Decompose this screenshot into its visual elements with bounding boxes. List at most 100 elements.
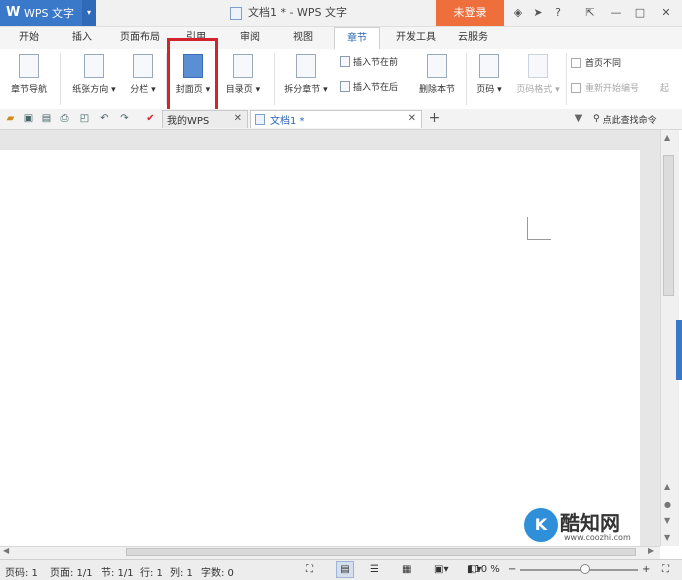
save-icon[interactable]: ▣: [22, 112, 35, 125]
customize-icon[interactable]: ✔: [144, 112, 157, 125]
app-name: WPS 文字: [24, 7, 74, 20]
title-bar: W WPS 文字 ▾ 文档1 * - WPS 文字 未登录 ◈ ➤ ? ⇱ — …: [0, 0, 682, 27]
help-icon[interactable]: ?: [550, 5, 566, 21]
split-section-button[interactable]: 拆分章节 ▾: [278, 51, 334, 95]
minimize-icon[interactable]: —: [608, 5, 624, 21]
coozhi-url: www.coozhi.com: [564, 533, 631, 542]
insert-before-label: 插入节在前: [353, 58, 399, 68]
search-icon: ⚲: [593, 114, 600, 124]
columns-label: 分栏: [130, 85, 149, 95]
zoom-slider[interactable]: [520, 569, 638, 571]
margin-corner-mark: [527, 217, 551, 240]
menu-bar: 开始 插入 页面布局 引用 审阅 视图 章节 开发工具 云服务: [0, 27, 682, 50]
tab-review[interactable]: 审阅: [230, 27, 270, 49]
highlight-box: [167, 38, 218, 115]
section-nav-label: 章节导航: [10, 85, 47, 95]
my-wps-tab-label: 我的WPS: [167, 116, 210, 127]
chevron-down-icon[interactable]: ▾: [82, 0, 96, 26]
split-section-icon: [296, 54, 316, 78]
status-bar: 页码: 1 页面: 1/1 节: 1/1 行: 1 列: 1 字数: 0 ⛶ ▤…: [0, 559, 682, 580]
document-icon: [255, 114, 265, 125]
print-icon[interactable]: ⎙: [58, 112, 71, 125]
delete-section-button[interactable]: 删除本节: [414, 51, 460, 95]
document-canvas: [0, 130, 660, 546]
web-view-icon[interactable]: ▦: [402, 564, 411, 575]
zoom-in-icon[interactable]: +: [642, 564, 650, 575]
vertical-scroll-thumb[interactable]: [663, 155, 674, 296]
status-section: 节: 1/1: [101, 568, 134, 579]
restart-numbering-label: 重新开始编号: [585, 84, 640, 94]
first-page-different-checkbox[interactable]: 首页不同: [571, 56, 621, 69]
export-pdf-icon[interactable]: ▤: [40, 112, 53, 125]
section-nav-icon: [19, 54, 39, 78]
divider: [566, 53, 567, 105]
page-format-label: 页码格式: [516, 85, 553, 95]
command-search[interactable]: ⚲ 点此查找命令: [593, 110, 657, 128]
insert-before-icon: [340, 56, 350, 67]
coozhi-watermark: K 酷知网 www.coozhi.com: [516, 500, 666, 550]
page-number-button[interactable]: 页码 ▾: [471, 51, 507, 95]
print-preview-icon[interactable]: ◰: [78, 112, 91, 125]
divider: [60, 53, 61, 105]
outline-view-icon[interactable]: ☰: [370, 564, 379, 575]
close-icon[interactable]: ✕: [408, 113, 416, 124]
layout-icon[interactable]: ▼: [572, 112, 585, 125]
open-icon[interactable]: ▰: [4, 112, 17, 125]
insert-before-button[interactable]: 插入节在前: [340, 55, 398, 68]
login-button[interactable]: 未登录: [436, 0, 504, 26]
insert-after-button[interactable]: 插入节在后: [340, 80, 398, 93]
tab-cloud[interactable]: 云服务: [450, 27, 496, 49]
orientation-label: 纸张方向: [72, 85, 109, 95]
tab-sections[interactable]: 章节: [334, 27, 380, 50]
skin-icon[interactable]: ◈: [510, 5, 526, 21]
split-section-label: 拆分章节: [284, 85, 321, 95]
toc-page-button[interactable]: 目录页 ▾: [220, 51, 266, 95]
restart-numbering-checkbox[interactable]: 重新开始编号: [571, 81, 639, 94]
app-menu-button[interactable]: W WPS 文字 ▾: [0, 0, 96, 26]
close-icon[interactable]: ✕: [658, 5, 674, 21]
document1-tab-label: 文档1 *: [270, 116, 305, 127]
columns-button[interactable]: 分栏 ▾: [125, 51, 161, 95]
insert-after-icon: [340, 81, 350, 92]
doc-tab-document1[interactable]: 文档1 * ✕: [250, 110, 422, 128]
orientation-button[interactable]: 纸张方向 ▾: [66, 51, 122, 95]
status-pages: 页面: 1/1: [50, 568, 93, 579]
prev-page-icon[interactable]: ▲: [664, 482, 670, 491]
tab-start[interactable]: 开始: [6, 27, 52, 49]
fullscreen-icon[interactable]: ⛶: [306, 564, 313, 575]
document-page[interactable]: [0, 150, 640, 546]
page-format-icon: [528, 54, 548, 78]
checkbox-icon: [571, 57, 581, 68]
status-row: 行: 1: [140, 568, 163, 579]
zoom-out-icon[interactable]: −: [508, 564, 516, 575]
coozhi-logo-icon: K: [524, 508, 558, 542]
scroll-left-icon[interactable]: ◀: [3, 546, 9, 555]
coozhi-name: 酷知网: [560, 511, 620, 535]
section-nav-button[interactable]: 章节导航: [6, 51, 52, 95]
tab-insert[interactable]: 插入: [62, 27, 102, 49]
scroll-up-icon[interactable]: ▲: [664, 133, 670, 142]
status-word-count: 字数: 0: [201, 568, 234, 579]
redo-icon[interactable]: ↷: [118, 112, 131, 125]
zoom-level-label: 110 %: [468, 564, 500, 575]
wps-logo-icon: W: [6, 5, 21, 20]
feedback-icon[interactable]: ➤: [530, 5, 546, 21]
fit-page-icon[interactable]: ⛶: [662, 564, 669, 575]
page-number-label: 页码: [476, 85, 495, 95]
maximize-icon[interactable]: □: [632, 5, 648, 21]
doc-tab-my-wps[interactable]: 我的WPS ✕: [162, 110, 248, 128]
tab-developer[interactable]: 开发工具: [390, 27, 442, 49]
page-format-button[interactable]: 页码格式 ▾: [510, 51, 566, 95]
orientation-icon: [84, 54, 104, 78]
tab-view[interactable]: 视图: [283, 27, 323, 49]
close-icon[interactable]: ✕: [234, 113, 242, 124]
add-tab-icon[interactable]: +: [428, 111, 441, 125]
restore-tab-icon[interactable]: ⇱: [582, 5, 598, 21]
zoom-slider-handle[interactable]: [579, 564, 590, 574]
reading-mode-icon[interactable]: ▣▾: [434, 564, 448, 575]
side-panel-handle[interactable]: [676, 320, 682, 380]
tab-page-layout[interactable]: 页面布局: [112, 27, 168, 49]
window-title-text: 文档1 * - WPS 文字: [248, 6, 347, 19]
page-view-icon[interactable]: ▤: [336, 561, 354, 578]
undo-icon[interactable]: ↶: [98, 112, 111, 125]
